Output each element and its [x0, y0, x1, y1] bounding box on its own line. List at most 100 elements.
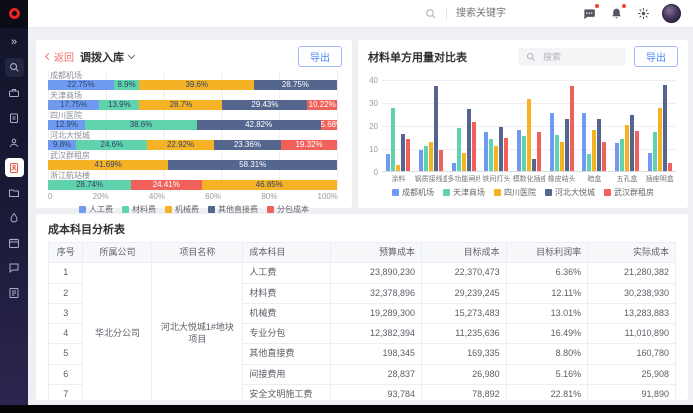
bar[interactable] [439, 150, 443, 171]
bar[interactable] [396, 165, 400, 171]
bar[interactable] [489, 139, 493, 171]
bar[interactable] [635, 131, 639, 171]
bar[interactable] [484, 132, 488, 171]
legend-item[interactable]: 武汉群租房 [604, 187, 654, 198]
bar[interactable] [602, 142, 606, 171]
bar[interactable] [653, 132, 657, 171]
legend-item[interactable]: 河北大悦城 [545, 187, 595, 198]
bar[interactable] [658, 108, 662, 171]
bar[interactable] [434, 86, 438, 171]
stacked-bar: 28.74%24.41%46.85% [48, 180, 337, 190]
bar-segment[interactable]: 12.9% [48, 120, 85, 130]
folder-icon[interactable] [5, 183, 24, 202]
bar[interactable] [494, 146, 498, 171]
bid-icon[interactable] [5, 133, 24, 152]
bar[interactable] [592, 130, 596, 171]
expand-icon[interactable]: » [5, 33, 24, 52]
bar[interactable] [565, 119, 569, 171]
bar-segment[interactable]: 28.75% [254, 80, 337, 90]
library-icon[interactable] [5, 83, 24, 102]
bar[interactable] [452, 163, 456, 171]
bar[interactable] [663, 85, 667, 171]
legend-item[interactable]: 四川医院 [494, 187, 536, 198]
bar[interactable] [570, 86, 574, 171]
bar-segment[interactable]: 9.8% [48, 140, 76, 150]
bar[interactable] [532, 159, 536, 171]
bar[interactable] [582, 113, 586, 171]
bar[interactable] [537, 132, 541, 171]
bar[interactable] [625, 125, 629, 171]
gear-icon[interactable] [635, 6, 651, 22]
schedule-icon[interactable] [5, 233, 24, 252]
bar-segment[interactable]: 23.36% [214, 140, 282, 150]
bar-segment[interactable]: 24.41% [131, 180, 202, 190]
search-icon[interactable] [5, 58, 24, 77]
export-button[interactable]: 导出 [298, 46, 342, 67]
bar[interactable] [457, 128, 461, 171]
bar[interactable] [668, 163, 672, 171]
bar[interactable] [467, 109, 471, 171]
bar[interactable] [648, 153, 652, 171]
bar-segment[interactable]: 22.92% [147, 140, 213, 150]
bar[interactable] [560, 142, 564, 171]
bar-segment[interactable]: 42.82% [197, 120, 321, 130]
bar-segment[interactable]: 17.75% [48, 100, 99, 110]
back-button[interactable]: 返回 [46, 49, 74, 64]
bar-segment[interactable]: 24.6% [76, 140, 147, 150]
bar[interactable] [522, 136, 526, 171]
bar-segment[interactable]: 39.6% [139, 80, 253, 90]
bar[interactable] [550, 113, 554, 171]
bar[interactable] [462, 153, 466, 171]
report-icon[interactable] [5, 283, 24, 302]
bar[interactable] [429, 142, 433, 171]
bar[interactable] [424, 146, 428, 171]
bar[interactable] [406, 139, 410, 171]
bell-icon[interactable] [608, 6, 624, 22]
avatar[interactable] [662, 4, 681, 23]
bar[interactable] [620, 139, 624, 171]
panel-search-input[interactable] [541, 51, 611, 63]
bar-segment[interactable]: 29.43% [222, 100, 307, 110]
bar-segment[interactable]: 28.74% [48, 180, 131, 190]
bar-segment[interactable]: 41.69% [48, 160, 168, 170]
bar[interactable] [615, 143, 619, 171]
bar[interactable] [419, 150, 423, 171]
bar-segment[interactable]: 13.9% [99, 100, 139, 110]
bar[interactable] [517, 130, 521, 171]
bar[interactable] [391, 108, 395, 171]
search-icon [526, 52, 536, 62]
bar-segment[interactable]: 8.9% [114, 80, 140, 90]
bar[interactable] [472, 122, 476, 171]
order-icon[interactable] [5, 108, 24, 127]
bar-segment[interactable]: 5.68% [321, 120, 337, 130]
bar[interactable] [499, 127, 503, 171]
legend-item[interactable]: 成都机场 [392, 187, 434, 198]
bar[interactable] [401, 134, 405, 171]
chevron-down-icon[interactable] [128, 52, 135, 59]
bar-segment[interactable]: 22.75% [48, 80, 114, 90]
bar-segment[interactable]: 19.32% [281, 140, 337, 150]
bar[interactable] [555, 135, 559, 171]
bar-segment[interactable]: 58.31% [168, 160, 337, 170]
bar-segment[interactable]: 38.6% [85, 120, 197, 130]
bar-segment[interactable]: 10.22% [307, 100, 337, 110]
messages-icon[interactable] [581, 6, 597, 22]
global-search-input[interactable] [454, 7, 524, 20]
bar-group [643, 80, 676, 171]
bar[interactable] [504, 138, 508, 171]
bar[interactable] [587, 154, 591, 171]
bar-segment[interactable]: 46.85% [202, 180, 337, 190]
export-button[interactable]: 导出 [634, 46, 678, 67]
cell-subject: 间接费用 [243, 364, 331, 384]
legend-item[interactable]: 天津商场 [443, 187, 485, 198]
panel-search[interactable] [518, 48, 626, 66]
bar[interactable] [386, 154, 390, 171]
bar[interactable] [630, 115, 634, 171]
global-search[interactable] [423, 6, 524, 22]
bar[interactable] [527, 99, 531, 171]
bar[interactable] [597, 119, 601, 171]
message-icon[interactable] [5, 258, 24, 277]
material-icon[interactable] [5, 208, 24, 227]
inventory-icon[interactable] [5, 158, 24, 177]
bar-segment[interactable]: 28.7% [139, 100, 222, 110]
